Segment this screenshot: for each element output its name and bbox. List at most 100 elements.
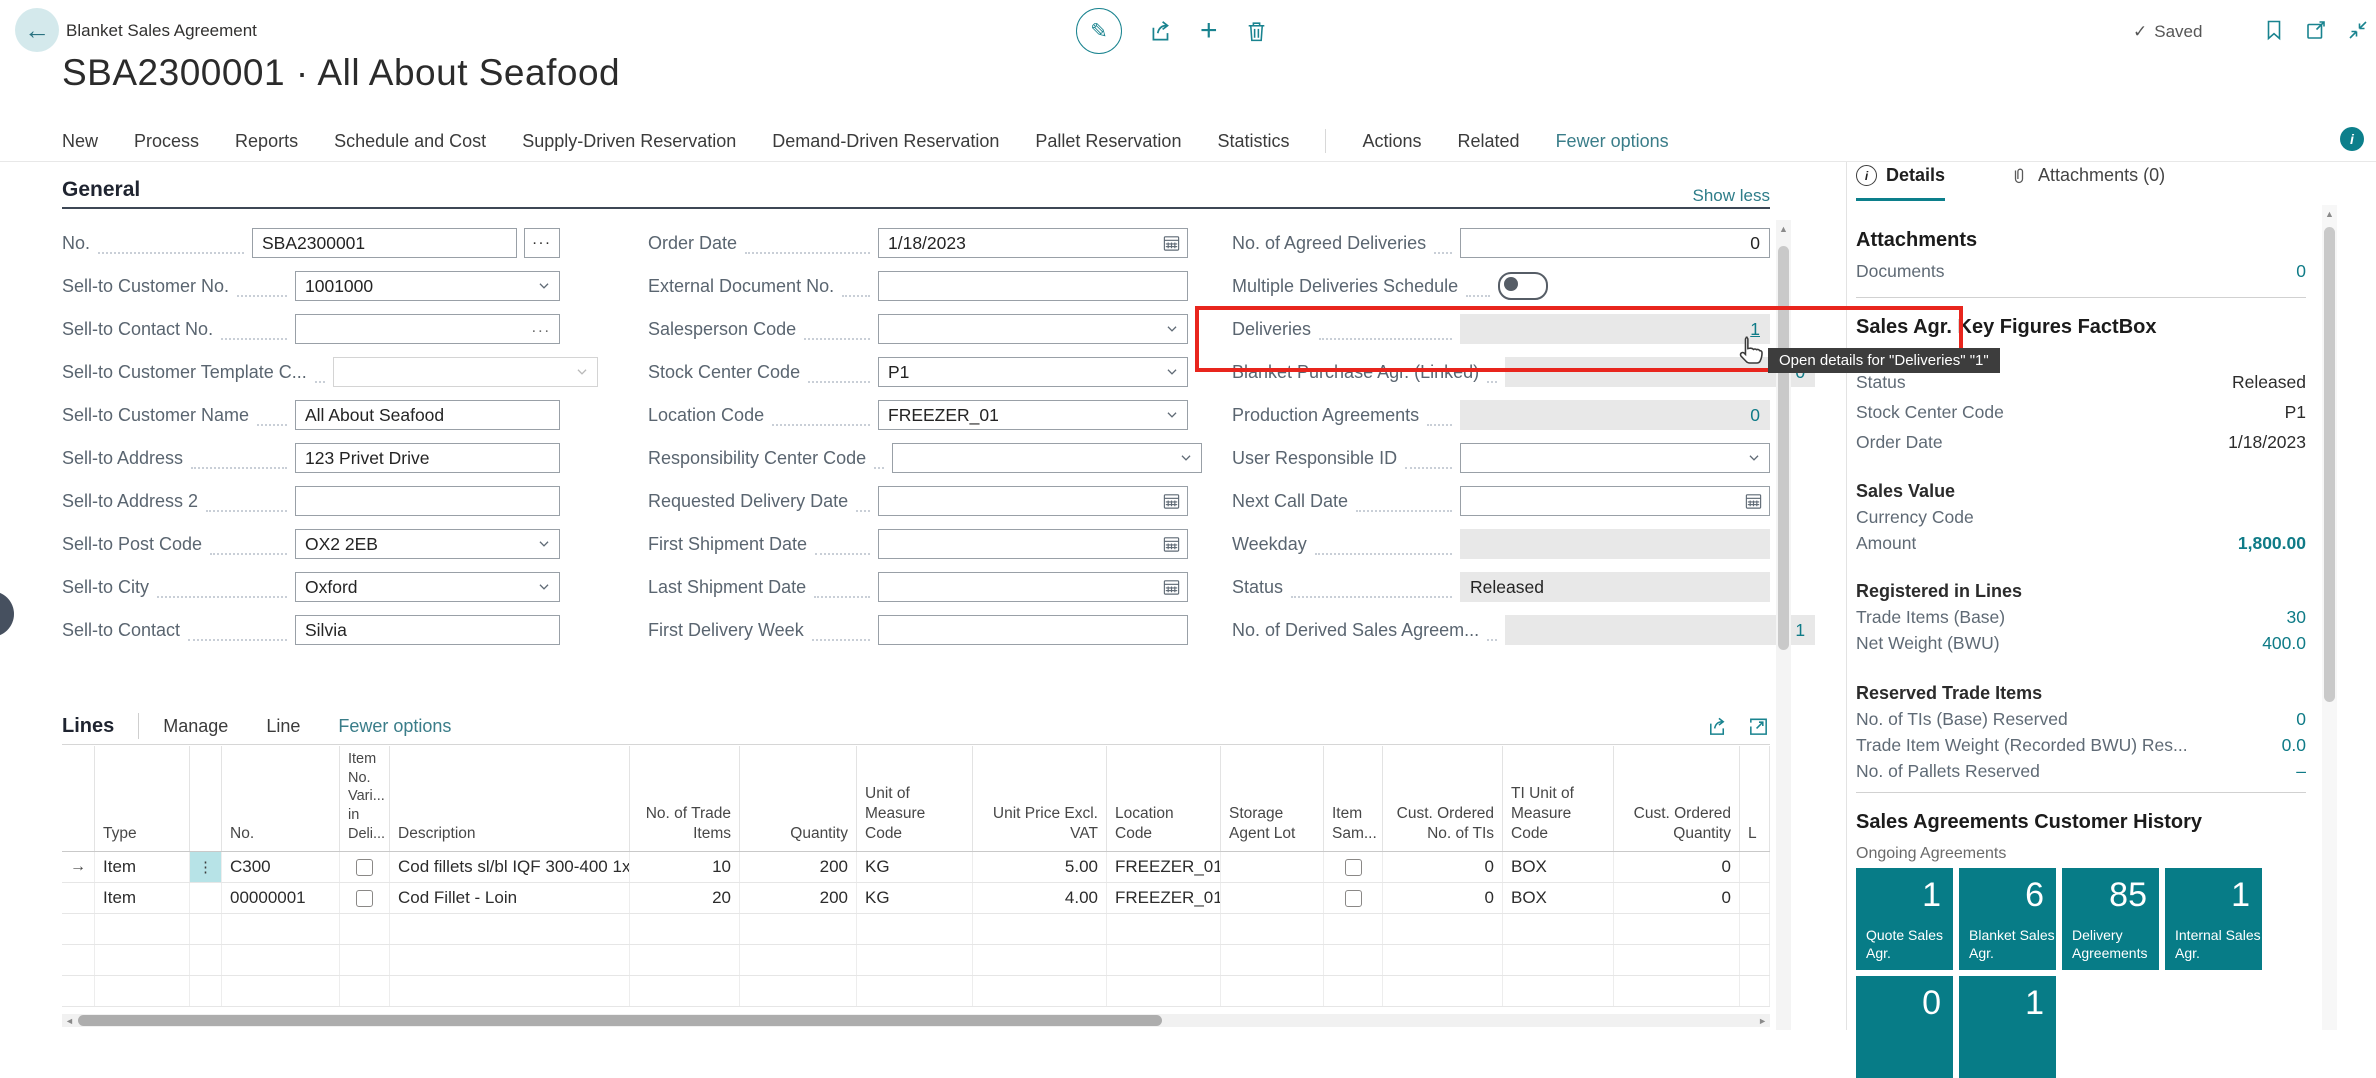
col-header-quantity[interactable]: Quantity — [740, 746, 857, 851]
sell-to-address-input[interactable]: 123 Privet Drive — [295, 443, 560, 473]
cell-location-code[interactable]: FREEZER_01 — [1107, 883, 1221, 913]
collapse-button[interactable] — [2346, 18, 2370, 42]
col-header-no[interactable]: No. — [222, 746, 340, 851]
cell-unit-of-measure[interactable]: KG — [857, 883, 973, 913]
row-value-link[interactable]: – — [2296, 761, 2306, 782]
delete-button[interactable] — [1244, 19, 1269, 44]
table-row-empty[interactable] — [62, 914, 1770, 945]
col-header-item-sample[interactable]: Item Sam... — [1324, 746, 1383, 851]
cell-quantity[interactable]: 200 — [740, 852, 857, 882]
cell-no-of-trade-items[interactable]: 10 — [630, 852, 740, 882]
cell-no[interactable]: 00000001 — [222, 883, 340, 913]
calendar-icon[interactable] — [1162, 578, 1181, 597]
multiple-deliveries-schedule-toggle[interactable] — [1498, 272, 1548, 300]
order-date-input[interactable]: 1/18/2023 — [878, 228, 1188, 258]
chevron-down-icon[interactable] — [1177, 449, 1195, 467]
cell-storage-agent-lot[interactable] — [1221, 852, 1324, 882]
checkbox-unchecked[interactable] — [356, 859, 373, 876]
requested-delivery-date-input[interactable] — [878, 486, 1188, 516]
row-value-link[interactable]: 400.0 — [2262, 633, 2306, 654]
cue-tile-6[interactable]: 1 — [1959, 976, 2056, 1078]
no-assist-button[interactable]: ... — [524, 228, 560, 258]
scrollbar-thumb[interactable] — [78, 1015, 1162, 1026]
menu-statistics[interactable]: Statistics — [1217, 131, 1289, 152]
field-value[interactable]: 0 — [1515, 362, 1805, 383]
first-delivery-week-input[interactable] — [878, 615, 1188, 645]
no-of-agreed-deliveries-input[interactable]: 0 — [1460, 228, 1770, 258]
cell-cust-ordered-tis[interactable]: 0 — [1383, 883, 1503, 913]
next-call-date-input[interactable] — [1460, 486, 1770, 516]
cell-cust-ordered-quantity[interactable]: 0 — [1614, 883, 1740, 913]
table-row-empty[interactable] — [62, 945, 1770, 976]
chevron-down-icon[interactable] — [535, 277, 553, 295]
table-row-selected[interactable]: → Item ⋮ C300 Cod fillets sl/bl IQF 300-… — [62, 852, 1770, 883]
sell-to-customer-name-input[interactable]: All About Seafood — [295, 400, 560, 430]
cell-ti-unit-of-measure[interactable]: BOX — [1503, 883, 1614, 913]
chevron-down-icon[interactable] — [573, 363, 591, 381]
scroll-right-arrow[interactable]: ► — [1758, 1014, 1767, 1027]
cell-quantity[interactable]: 200 — [740, 883, 857, 913]
col-header-cust-ordered-quantity[interactable]: Cust. Ordered Quantity — [1614, 746, 1740, 851]
cell-type[interactable]: Item — [95, 852, 190, 882]
menu-reports[interactable]: Reports — [235, 131, 298, 152]
cell-cust-ordered-quantity[interactable]: 0 — [1614, 852, 1740, 882]
lines-expand-button[interactable] — [1747, 715, 1770, 738]
cell-storage-agent-lot[interactable] — [1221, 883, 1324, 913]
col-header-allow-variance[interactable]: Allow Item No. Vari... in Deli... — [340, 746, 390, 851]
menu-new[interactable]: New — [62, 131, 98, 152]
responsibility-center-code-dropdown[interactable] — [892, 443, 1202, 473]
production-agreements-field[interactable]: 0 — [1460, 400, 1770, 430]
row-value-link[interactable]: 30 — [2287, 607, 2306, 628]
info-icon[interactable]: i — [2340, 127, 2364, 151]
cell-location-code[interactable]: FREEZER_01 — [1107, 852, 1221, 882]
floating-action-circle[interactable] — [0, 591, 14, 637]
menu-process[interactable]: Process — [134, 131, 199, 152]
calendar-icon[interactable] — [1162, 535, 1181, 554]
derived-sales-agreements-field[interactable]: 1 — [1505, 615, 1815, 645]
bookmark-button[interactable] — [2262, 18, 2286, 42]
external-document-no-input[interactable] — [878, 271, 1188, 301]
new-button[interactable]: + — [1200, 14, 1218, 48]
menu-demand-driven-reservation[interactable]: Demand-Driven Reservation — [772, 131, 999, 152]
user-responsible-id-dropdown[interactable] — [1460, 443, 1770, 473]
documents-count-link[interactable]: 0 — [2296, 261, 2306, 282]
cell-no[interactable]: C300 — [222, 852, 340, 882]
col-header-unit-price[interactable]: Unit Price Excl. VAT — [973, 746, 1107, 851]
calendar-icon[interactable] — [1162, 492, 1181, 511]
cell-type[interactable]: Item — [95, 883, 190, 913]
deliveries-field[interactable]: 1 — [1460, 314, 1770, 344]
open-in-window-button[interactable] — [2304, 18, 2328, 42]
menu-pallet-reservation[interactable]: Pallet Reservation — [1035, 131, 1181, 152]
scrollbar-thumb[interactable] — [2324, 227, 2335, 702]
deliveries-drilldown-link[interactable]: 1 — [1470, 319, 1760, 340]
cell-no-of-trade-items[interactable]: 20 — [630, 883, 740, 913]
edit-button[interactable]: ✎ — [1076, 8, 1122, 54]
tab-attachments[interactable]: Attachments (0) — [2009, 165, 2165, 198]
salesperson-code-dropdown[interactable] — [878, 314, 1188, 344]
cell-cust-ordered-tis[interactable]: 0 — [1383, 852, 1503, 882]
menu-related[interactable]: Related — [1458, 131, 1520, 152]
main-vertical-scrollbar[interactable]: ▲ — [1776, 220, 1791, 1030]
col-header-type[interactable]: Type — [95, 746, 190, 851]
lines-heading[interactable]: Lines — [62, 715, 114, 738]
cue-tile-5[interactable]: 0 — [1856, 976, 1953, 1078]
sell-to-customer-no-dropdown[interactable]: 1001000 — [295, 271, 560, 301]
calendar-icon[interactable] — [1744, 492, 1763, 511]
menu-actions[interactable]: Actions — [1362, 131, 1421, 152]
lines-menu-manage[interactable]: Manage — [163, 716, 228, 737]
table-row[interactable]: Item 00000001 Cod Fillet - Loin 20 200 K… — [62, 883, 1770, 914]
checkbox-unchecked[interactable] — [356, 890, 373, 907]
checkbox-unchecked[interactable] — [1345, 859, 1362, 876]
cell-allow-variance[interactable] — [340, 852, 390, 882]
last-shipment-date-input[interactable] — [878, 572, 1188, 602]
table-horizontal-scrollbar[interactable]: ◄ ► — [62, 1014, 1770, 1027]
cell-row-menu[interactable] — [190, 883, 222, 913]
cell-description[interactable]: Cod Fillet - Loin — [390, 883, 630, 913]
scrollbar-thumb[interactable] — [1778, 246, 1789, 650]
cell-item-sample[interactable] — [1324, 883, 1383, 913]
cue-delivery-agreements[interactable]: 85 Delivery Agreements — [2062, 868, 2159, 970]
amount-link[interactable]: 1,800.00 — [2238, 533, 2306, 554]
location-code-dropdown[interactable]: FREEZER_01 — [878, 400, 1188, 430]
share-button[interactable] — [1148, 18, 1174, 44]
checkbox-unchecked[interactable] — [1345, 890, 1362, 907]
